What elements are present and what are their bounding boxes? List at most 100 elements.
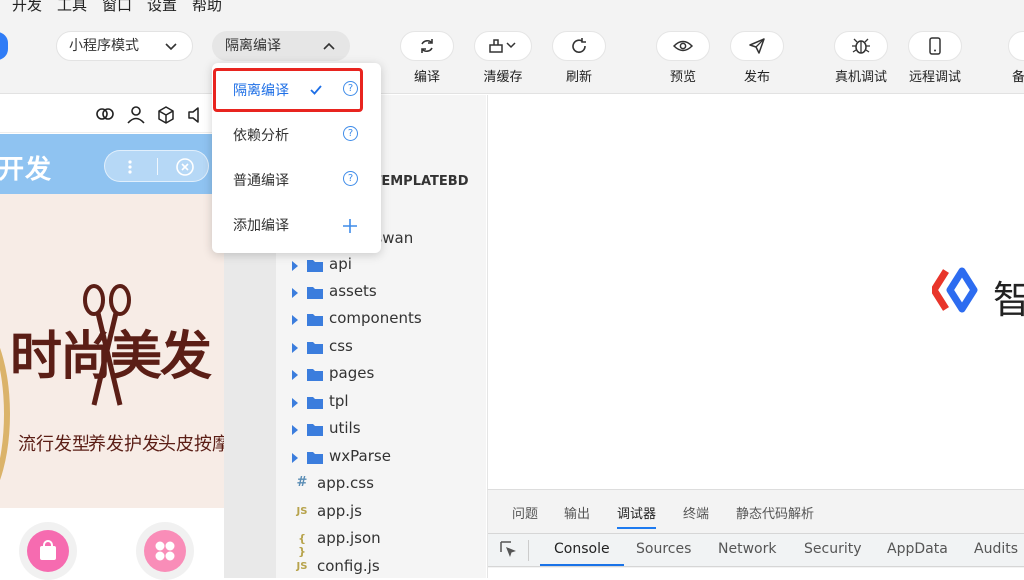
- menu-help[interactable]: 帮助: [192, 0, 222, 14]
- css-file-icon: #: [296, 475, 308, 490]
- devtools-tab-sources[interactable]: Sources: [636, 541, 691, 557]
- compile-option-isolated[interactable]: 隔离编译 ?: [212, 68, 381, 113]
- publish-button[interactable]: 发布: [729, 31, 785, 85]
- compile-mode-label: 隔离编译: [225, 38, 281, 54]
- remote-debug-button[interactable]: 远程调试: [907, 31, 963, 85]
- tab-debugger[interactable]: 调试器: [617, 503, 657, 529]
- devtools-tabbar: Console Sources Network Security AppData…: [488, 533, 1024, 567]
- close-circle-icon[interactable]: [175, 157, 195, 177]
- simulator-toolbar: [0, 95, 224, 133]
- devtools-tab-audits[interactable]: Audits: [974, 541, 1018, 557]
- compile-option-normal[interactable]: 普通编译 ?: [212, 158, 381, 203]
- folder-name: pages: [329, 364, 375, 382]
- project-root-label[interactable]: _TEMPLATEBD: [366, 174, 469, 189]
- tab-problems[interactable]: 问题: [512, 503, 538, 522]
- category-item[interactable]: [19, 522, 77, 580]
- tab-static-analysis[interactable]: 静态代码解析: [736, 503, 814, 522]
- folder-icon: [307, 342, 323, 354]
- chevron-down-icon: [165, 43, 177, 51]
- more-dots-icon[interactable]: [127, 159, 133, 175]
- publish-label: 发布: [743, 70, 770, 85]
- folder-name: tpl: [329, 392, 349, 410]
- refresh-label: 刷新: [565, 70, 592, 85]
- compile-option-label: 普通编译: [233, 173, 289, 189]
- plus-icon[interactable]: [342, 218, 358, 234]
- caret-right-icon: [292, 398, 298, 408]
- phone-icon: [929, 37, 941, 55]
- devtools-tab-network[interactable]: Network: [718, 541, 776, 557]
- compile-button[interactable]: 编译: [399, 31, 455, 85]
- bug-icon: [852, 38, 870, 54]
- device-debug-button[interactable]: 真机调试: [833, 31, 889, 85]
- preview-area: 智: [487, 95, 1024, 489]
- grid-flower-icon: [155, 541, 175, 561]
- compile-option-dependency[interactable]: 依赖分析 ?: [212, 113, 381, 158]
- menu-settings[interactable]: 设置: [147, 0, 177, 14]
- folder-name: utils: [329, 419, 361, 437]
- inspect-element-icon[interactable]: [500, 541, 518, 559]
- tree-folder[interactable]: wxParse: [276, 444, 486, 471]
- compile-mode-dropdown: 隔离编译 ? 依赖分析 ? 普通编译 ? 添加编译: [212, 63, 381, 253]
- checkmark-icon: [310, 85, 322, 95]
- clear-cache-button[interactable]: 清缓存: [474, 31, 532, 85]
- simulator-banner: 时尚美发 流行发型 养发护发 头皮按摩: [0, 194, 224, 508]
- banner-sub-2: 养发护发: [88, 434, 160, 455]
- mode-select-label: 小程序模式: [69, 38, 139, 54]
- simulator-page-title: 开发: [0, 155, 53, 185]
- partial-toolbar-button[interactable]: 备: [1008, 31, 1024, 85]
- refresh-button[interactable]: 刷新: [551, 31, 607, 85]
- tree-file[interactable]: JS config.js: [276, 554, 486, 578]
- banner-sub-3: 头皮按摩: [158, 434, 224, 455]
- device-debug-label: 真机调试: [834, 70, 887, 85]
- compile-mode-select[interactable]: 隔离编译: [212, 31, 350, 61]
- tree-folder[interactable]: css: [276, 334, 486, 361]
- speaker-icon[interactable]: [187, 106, 203, 124]
- rings-icon[interactable]: [95, 106, 115, 122]
- compile-option-label: 添加编译: [233, 218, 289, 234]
- tree-folder[interactable]: utils: [276, 416, 486, 443]
- banner-title: 时尚美发: [10, 327, 212, 387]
- tree-file[interactable]: { } app.json: [276, 526, 486, 558]
- avatar[interactable]: [0, 32, 8, 60]
- menu-develop[interactable]: 开发: [12, 0, 42, 14]
- devtools-divider: [528, 540, 529, 561]
- tree-folder[interactable]: components: [276, 306, 486, 333]
- devtools-tab-security[interactable]: Security: [804, 541, 862, 557]
- user-icon[interactable]: [127, 106, 145, 124]
- tree-folder[interactable]: pages: [276, 361, 486, 388]
- devtools-tab-appdata[interactable]: AppData: [887, 541, 948, 557]
- folder-icon: [307, 452, 323, 464]
- help-icon[interactable]: ?: [343, 171, 358, 186]
- tree-file[interactable]: JS app.js: [276, 499, 486, 526]
- help-icon[interactable]: ?: [343, 81, 358, 96]
- compile-refresh-icon: [421, 39, 433, 53]
- gold-ring-decoration: [0, 314, 10, 508]
- cube-icon[interactable]: [157, 106, 175, 124]
- caret-right-icon: [292, 453, 298, 463]
- folder-name: api: [329, 255, 352, 273]
- remote-debug-label: 远程调试: [908, 70, 961, 85]
- devtools-tab-console[interactable]: Console: [540, 541, 624, 566]
- help-icon[interactable]: ?: [343, 126, 358, 141]
- preview-button[interactable]: 预览: [655, 31, 711, 85]
- shopping-bag-icon: [40, 540, 56, 560]
- paper-plane-icon: [749, 38, 765, 54]
- console-toolbar: [488, 568, 1024, 579]
- partial-toolbar-label: 备: [1012, 70, 1024, 85]
- tree-folder[interactable]: api: [276, 252, 486, 279]
- menu-window[interactable]: 窗口: [102, 0, 132, 14]
- compile-option-add[interactable]: 添加编译: [212, 203, 381, 248]
- menu-tools[interactable]: 工具: [57, 0, 87, 14]
- compile-option-label: 依赖分析: [233, 128, 289, 144]
- tree-file[interactable]: # app.css: [276, 471, 486, 498]
- category-item[interactable]: [136, 522, 194, 580]
- brand-text: 智: [993, 278, 1024, 322]
- caret-right-icon: [292, 370, 298, 380]
- tree-folder[interactable]: assets: [276, 279, 486, 306]
- mode-select[interactable]: 小程序模式: [56, 31, 193, 61]
- caret-right-icon: [292, 425, 298, 435]
- tab-terminal[interactable]: 终端: [683, 503, 709, 522]
- tab-output[interactable]: 输出: [564, 503, 590, 522]
- caret-right-icon: [292, 288, 298, 298]
- tree-folder[interactable]: tpl: [276, 389, 486, 416]
